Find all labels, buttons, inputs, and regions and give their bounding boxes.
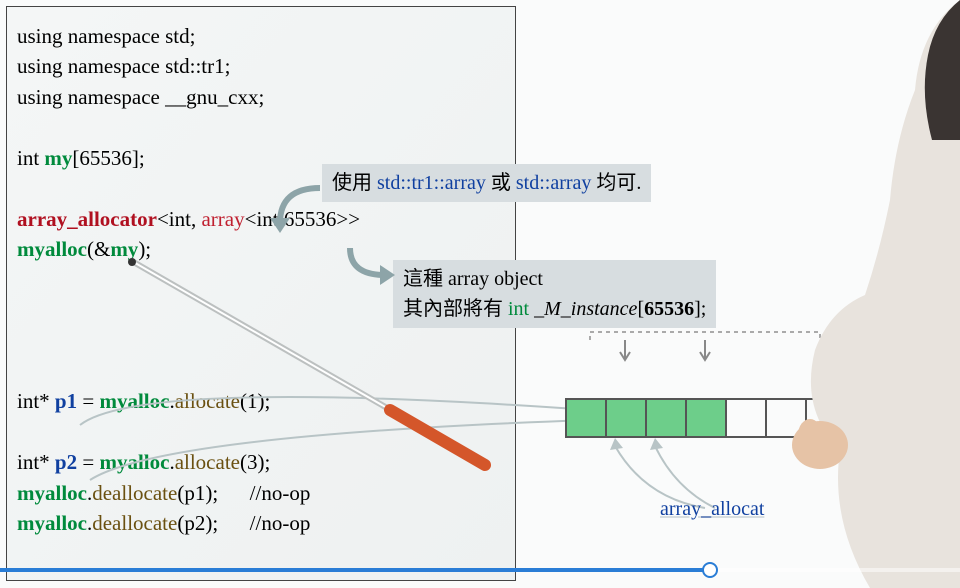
annotation-m-instance: 這種 array object 其內部將有 int _M_instance[65… (393, 260, 716, 328)
code-line: array_allocator<int, array<int,65536>> (17, 204, 505, 234)
video-progress-bar[interactable] (0, 568, 960, 572)
arrow-curve-icon (340, 240, 420, 290)
code-line (17, 325, 505, 355)
annotation-array-alias: 使用 std::tr1::array 或 std::array 均可. (322, 164, 651, 202)
array-diagram: 65 array_allocat (545, 390, 955, 555)
array-cell (807, 400, 847, 436)
array-cell (647, 400, 687, 436)
code-line (17, 112, 505, 142)
array-cell (847, 400, 887, 436)
arrow-curve-icon (270, 178, 350, 238)
dotted-span-icon (590, 340, 830, 400)
code-line: using namespace __gnu_cxx; (17, 82, 505, 112)
code-line: using namespace std; (17, 21, 505, 51)
array-cell (727, 400, 767, 436)
video-progress-played (0, 568, 710, 572)
code-line: using namespace std::tr1; (17, 51, 505, 81)
diagram-allocator-label: array_allocat (660, 498, 764, 521)
array-cell (767, 400, 807, 436)
array-cell (567, 400, 607, 436)
array-cell (607, 400, 647, 436)
array-cell (687, 400, 727, 436)
video-progress-thumb[interactable] (702, 562, 718, 578)
connector-arc-icon (80, 370, 600, 490)
code-line: myalloc.deallocate(p2); //no-op (17, 508, 505, 538)
